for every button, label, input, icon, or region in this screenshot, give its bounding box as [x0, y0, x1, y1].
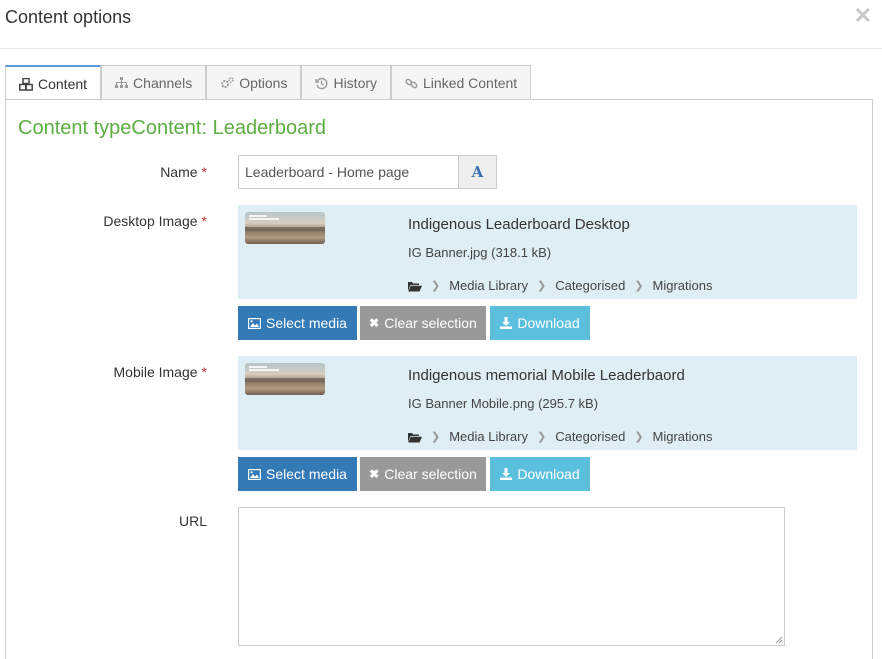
chevron-right-icon: ❯ [536, 280, 547, 292]
tab-content[interactable]: Content [5, 65, 102, 101]
text-format-button[interactable]: A [458, 155, 497, 189]
mobile-image-label-text: Mobile Image [113, 364, 198, 380]
times-icon: ✖ [369, 316, 380, 330]
chevron-right-icon: ❯ [634, 431, 644, 443]
download-icon [500, 468, 513, 480]
cogs-icon [220, 77, 234, 89]
mobile-clear-selection-button[interactable]: ✖ Clear selection [360, 457, 486, 491]
image-icon [248, 317, 262, 329]
button-label: Download [517, 315, 580, 331]
mobile-image-thumbnail[interactable] [245, 363, 325, 395]
tab-linked-content[interactable]: Linked Content [391, 65, 532, 100]
chevron-right-icon: ❯ [431, 431, 441, 443]
path-segment: Categorised [555, 429, 626, 444]
mobile-download-button[interactable]: Download [490, 457, 590, 491]
mobile-image-label: Mobile Image * [114, 364, 208, 380]
tab-options[interactable]: Options [206, 65, 302, 100]
resize-handle-icon[interactable] [775, 636, 783, 644]
desktop-image-label-text: Desktop Image [103, 213, 198, 229]
media-path: ❯ Media Library ❯ Categorised ❯ Migratio… [408, 429, 713, 444]
desktop-select-media-button[interactable]: Select media [238, 306, 357, 340]
chevron-right-icon: ❯ [536, 431, 547, 443]
name-label-text: Name [160, 164, 198, 180]
folder-open-icon [408, 280, 422, 292]
button-label: Download [517, 466, 580, 482]
path-segment: Migrations [652, 429, 713, 444]
image-icon [248, 468, 262, 480]
cubes-icon [19, 77, 33, 91]
media-title: Indigenous Leaderboard Desktop [408, 216, 630, 233]
desktop-download-button[interactable]: Download [490, 306, 590, 340]
mobile-image-media-card: Indigenous memorial Mobile Leaderbaord I… [238, 356, 857, 450]
path-segment: Migrations [652, 278, 713, 293]
download-icon [500, 317, 513, 329]
path-segment: Media Library [449, 429, 528, 444]
media-file-info: IG Banner Mobile.png (295.7 kB) [408, 396, 599, 411]
history-icon [315, 77, 328, 90]
dialog-title: Content options [5, 7, 132, 27]
desktop-image-thumbnail[interactable] [245, 212, 325, 244]
chevron-right-icon: ❯ [634, 280, 644, 292]
desktop-image-media-card: Indigenous Leaderboard Desktop IG Banner… [238, 205, 857, 299]
url-label: URL [178, 513, 207, 529]
folder-open-icon [408, 431, 422, 443]
tab-label: Linked Content [423, 75, 518, 91]
chevron-right-icon: ❯ [431, 280, 441, 292]
media-file-info: IG Banner.jpg (318.1 kB) [408, 245, 552, 260]
tab-channels[interactable]: Channels [101, 65, 207, 100]
tab-label: Options [239, 75, 288, 91]
button-label: Clear selection [384, 315, 477, 331]
button-label: Select media [266, 315, 347, 331]
button-label: Select media [266, 466, 347, 482]
desktop-clear-selection-button[interactable]: ✖ Clear selection [360, 306, 486, 340]
times-icon: ✖ [369, 467, 380, 481]
sitemap-icon [115, 77, 129, 89]
close-icon[interactable]: ✕ [854, 5, 872, 27]
media-title: Indigenous memorial Mobile Leaderbaord [408, 367, 685, 384]
path-segment: Media Library [449, 278, 528, 293]
dialog-header: Content options ✕ [0, 0, 882, 49]
required-marker: * [201, 164, 207, 180]
required-marker: * [201, 364, 207, 380]
tab-history[interactable]: History [301, 65, 392, 100]
name-input[interactable]: Leaderboard - Home page [238, 155, 458, 189]
url-textarea[interactable] [238, 507, 785, 646]
content-panel: Content typeContent: Leaderboard Name * L… [5, 99, 873, 659]
tab-label: Channels [133, 75, 193, 91]
desktop-image-label: Desktop Image * [103, 213, 207, 229]
link-icon [405, 77, 418, 90]
media-path: ❯ Media Library ❯ Categorised ❯ Migratio… [408, 278, 713, 293]
tab-label: Content [38, 76, 88, 92]
path-segment: Categorised [555, 278, 626, 293]
button-label: Clear selection [384, 466, 477, 482]
mobile-select-media-button[interactable]: Select media [238, 457, 357, 491]
name-label: Name * [160, 164, 207, 180]
tab-bar: Content Channels Options History Linked … [5, 65, 532, 101]
tab-label: History [333, 75, 378, 91]
content-type-heading: Content typeContent: Leaderboard [18, 117, 326, 139]
required-marker: * [201, 213, 207, 229]
